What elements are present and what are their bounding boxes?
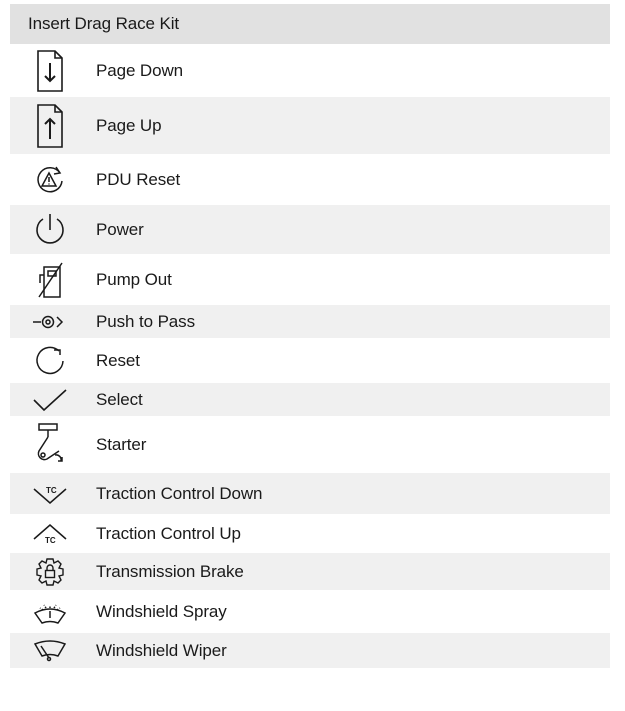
transmission-brake-icon <box>10 557 90 587</box>
table-row: PDU Reset <box>10 154 610 204</box>
row-label: Transmission Brake <box>96 561 244 581</box>
table-row: Select <box>10 382 610 416</box>
row-label: Page Down <box>96 60 183 80</box>
table-row: TC Traction Control Down <box>10 472 610 514</box>
power-icon <box>10 212 90 248</box>
windshield-wiper-icon <box>10 639 90 663</box>
icon-legend-table: Insert Drag Race Kit Page Down Page Up P… <box>10 4 610 668</box>
table-row: Page Down <box>10 44 610 96</box>
table-row: Windshield Wiper <box>10 632 610 668</box>
checkmark-icon <box>10 388 90 412</box>
traction-control-down-icon: TC <box>10 482 90 506</box>
page-down-icon <box>10 49 90 93</box>
row-label: Windshield Wiper <box>96 640 227 660</box>
svg-text:TC: TC <box>45 536 56 545</box>
push-to-pass-icon <box>10 314 90 330</box>
table-title: Insert Drag Race Kit <box>28 14 180 33</box>
table-row: Power <box>10 204 610 254</box>
row-label: Select <box>96 389 143 409</box>
table-row: Page Up <box>10 96 610 154</box>
traction-control-up-icon: TC <box>10 522 90 546</box>
row-label: Starter <box>96 434 147 454</box>
table-row: Reset <box>10 338 610 382</box>
row-label: Page Up <box>96 115 162 135</box>
table-row: Pump Out <box>10 254 610 304</box>
row-label: Traction Control Down <box>96 483 263 503</box>
table-row: Transmission Brake <box>10 552 610 590</box>
row-label: Push to Pass <box>96 311 195 331</box>
row-label: Power <box>96 219 144 239</box>
row-label: Pump Out <box>96 269 172 289</box>
row-label: Windshield Spray <box>96 601 227 621</box>
table-row: Windshield Spray <box>10 590 610 632</box>
reset-icon <box>10 344 90 378</box>
table-row: Push to Pass <box>10 304 610 338</box>
table-header: Insert Drag Race Kit <box>10 4 610 44</box>
pdu-reset-icon <box>10 164 90 196</box>
pump-out-icon <box>10 261 90 299</box>
row-label: PDU Reset <box>96 169 181 189</box>
svg-text:TC: TC <box>46 486 57 495</box>
starter-icon <box>10 421 90 469</box>
row-label: Reset <box>96 350 140 370</box>
windshield-spray-icon <box>10 599 90 625</box>
page-up-icon <box>10 103 90 149</box>
table-row: TC Traction Control Up <box>10 514 610 552</box>
row-label: Traction Control Up <box>96 523 241 543</box>
table-row: Starter <box>10 416 610 472</box>
